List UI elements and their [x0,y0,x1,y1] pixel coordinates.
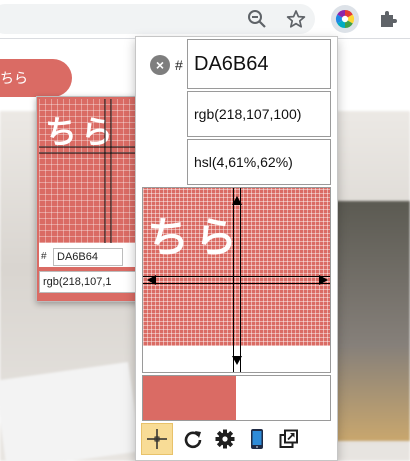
star-icon[interactable] [282,5,310,33]
arrow-right-icon [319,275,328,285]
hex-field[interactable]: DA6B64 [187,39,331,89]
hash-label: # [175,57,183,73]
photo-background-object [330,201,410,441]
popup-toolbar [141,423,334,457]
page-magnifier-widget: ちら # DA6B64 rgb(218,107,1 [36,96,142,302]
page-pill-button[interactable]: ちら [0,59,72,97]
photo-paper [0,362,141,461]
mini-hash-label: # [41,251,47,262]
mini-hex-row: # DA6B64 [37,246,141,268]
color-picker-popup: × # DA6B64 rgb(218,107,100) hsl(4,61%,62… [135,36,338,461]
zoom-magnifier[interactable]: ちら [142,187,331,373]
zoom-out-icon[interactable] [243,5,271,33]
color-wheel-icon[interactable] [331,5,359,33]
current-color-swatch[interactable] [143,376,236,420]
mini-zoom-grid: ちら [39,99,139,243]
arrow-up-icon [232,196,242,205]
zoom-glyphs: ちら [147,214,244,261]
mini-rgb-field[interactable]: rgb(218,107,1 [39,271,139,293]
arrow-down-icon [232,356,242,365]
crosshair-icon[interactable] [141,423,173,455]
crosshair-line [240,188,241,372]
hsl-field[interactable]: hsl(4,61%,62%) [187,139,331,185]
crosshair-line [143,283,330,284]
puzzle-icon[interactable] [373,5,401,33]
mini-crosshair [39,99,139,243]
previous-color-swatch[interactable] [236,376,330,420]
crosshair-line [233,188,234,372]
crosshair-line [143,276,330,277]
mini-hex-field[interactable]: DA6B64 [53,248,123,266]
rgb-field[interactable]: rgb(218,107,100) [187,91,331,137]
mobile-device-icon[interactable] [241,423,273,455]
zoom-pixel-grid: ちら [143,188,330,346]
settings-gear-icon[interactable] [209,423,241,455]
clear-icon[interactable]: × [150,55,170,75]
external-window-icon[interactable] [273,423,305,455]
browser-toolbar [0,0,410,38]
color-swatches [142,375,331,421]
refresh-icon[interactable] [177,423,209,455]
arrow-left-icon [147,275,156,285]
